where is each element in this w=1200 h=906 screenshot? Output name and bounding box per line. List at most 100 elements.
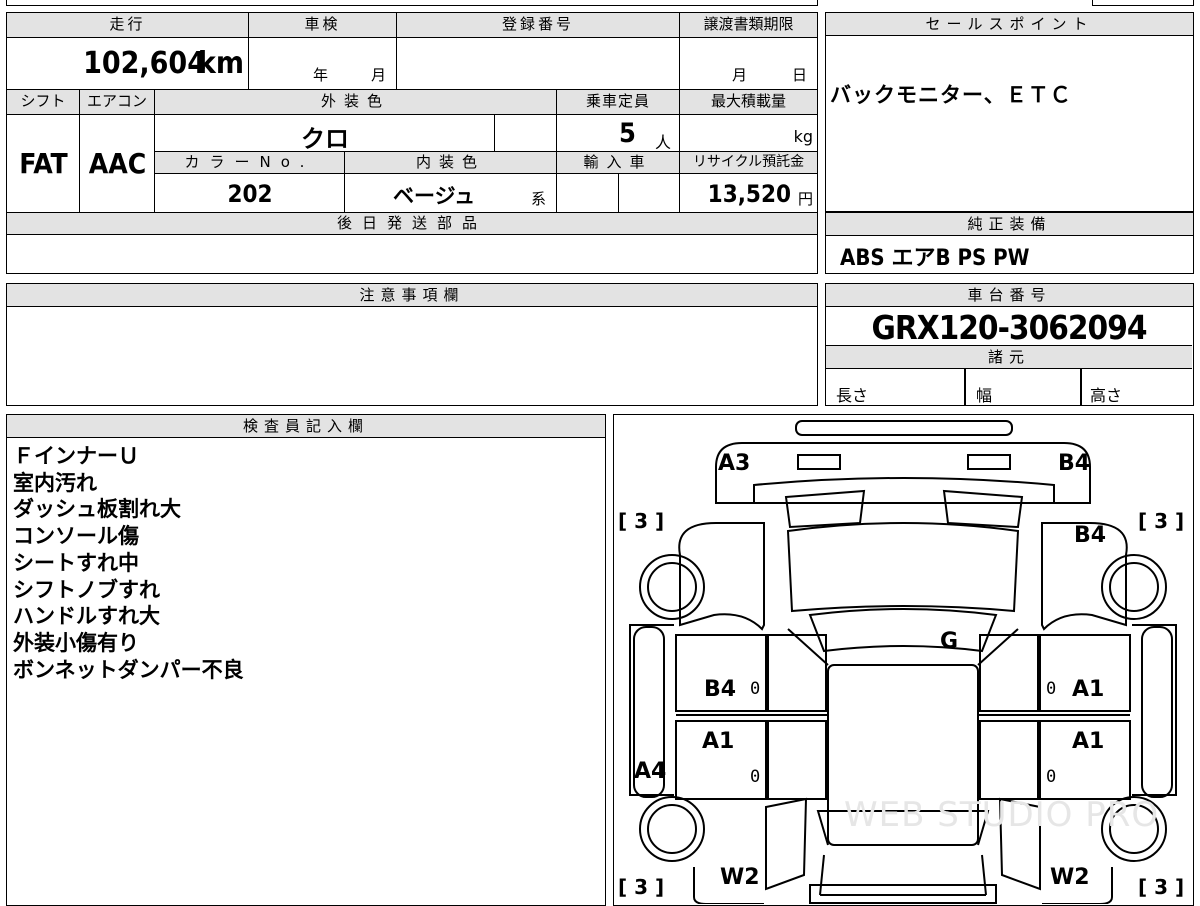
wheel-rl-inner <box>647 804 697 854</box>
front-light-left <box>797 454 841 470</box>
headlight-left <box>784 489 866 529</box>
tire-fr-value: 3 <box>1154 509 1169 533</box>
transfer-day: 日 <box>792 66 808 84</box>
chassis-box: 車台番号 GRX120-3062094 諸元 長さ 幅 高さ <box>825 283 1194 406</box>
spec-table: 走行 車検 登録番号 譲渡書類期限 102,604 km 年 月 月 日 シフト… <box>6 12 818 274</box>
mileage-value: 102,604 <box>83 46 206 81</box>
interior-value: ベージュ <box>393 184 476 208</box>
shift-label: シフト <box>7 90 80 115</box>
recycle-unit: 円 <box>797 190 813 208</box>
tire-rl: [ 3 ] <box>618 875 665 899</box>
zero-mark: 0 <box>750 767 761 787</box>
transfer-label: 譲渡書類期限 <box>680 13 817 38</box>
shift-value: FAT <box>19 147 68 180</box>
top-cutoff-strip-right <box>1092 0 1194 6</box>
specs-label: 諸元 <box>826 345 1192 369</box>
mileage-unit: km <box>197 46 244 81</box>
wheel-fl-inner <box>647 562 697 612</box>
hood <box>786 522 1020 613</box>
mark-right-rear-door: A1 <box>1072 729 1105 754</box>
left-front-window <box>765 634 827 712</box>
transfer-month: 月 <box>732 66 748 84</box>
inspector-lines: ＦインナーＵ 室内汚れ ダッシュ板割れ大 コンソール傷 シートすれ中 シフトノブ… <box>13 443 244 683</box>
sales-point-label: セールスポイント <box>826 13 1193 36</box>
spec-divider-1 <box>964 369 966 405</box>
mark-right-front-door: A1 <box>1072 677 1105 702</box>
inspector-line: 室内汚れ <box>13 470 97 495</box>
exterior-label: 外装色 <box>155 90 557 115</box>
watermark: WEB STUDIO PRO <box>844 795 1160 835</box>
mark-left-sill: A4 <box>634 759 667 784</box>
inspection-year: 年 <box>313 66 329 84</box>
genuine-equipment-label: 純正装備 <box>826 212 1193 236</box>
inspector-line: コンソール傷 <box>13 524 139 549</box>
interior-label: 内装色 <box>345 152 557 174</box>
spec-height: 高さ <box>1090 386 1123 405</box>
zero-mark: 0 <box>750 679 761 699</box>
genuine-equipment-box: 純正装備 ABS エアB PS PW <box>825 212 1194 274</box>
sales-point-box: セールスポイント バックモニター、ＥＴＣ <box>825 12 1194 212</box>
right-body <box>1132 624 1177 796</box>
color-no-label: カラーNo. <box>155 152 345 174</box>
spec-length: 長さ <box>836 386 869 405</box>
right-front-window <box>979 634 1041 712</box>
spec-width: 幅 <box>976 386 993 405</box>
inspector-line: シフトノブすれ <box>13 577 160 602</box>
mark-left-rear-door: A1 <box>702 729 735 754</box>
wheel-fl <box>639 554 705 620</box>
ac-label: エアコン <box>80 90 155 115</box>
sales-point-text: バックモニター、ＥＴＣ <box>830 83 1072 107</box>
tire-fl: [ 3 ] <box>618 509 665 533</box>
front-bumper <box>795 420 1013 436</box>
load-label: 最大積載量 <box>680 90 817 115</box>
zero-mark: 0 <box>1046 767 1057 787</box>
rear-panel-left <box>765 797 808 891</box>
import-cell-b <box>619 174 680 213</box>
genuine-equipment-text: ABS エアB PS PW <box>840 246 1030 271</box>
recycle-label: リサイクル預託金 <box>680 152 817 174</box>
wheel-fr-inner <box>1109 562 1159 612</box>
mileage-label: 走行 <box>7 13 249 38</box>
load-unit: kg <box>793 127 813 146</box>
recycle-cell: 13,520 円 <box>680 174 817 213</box>
mark-hood: G <box>940 629 959 654</box>
front-panel <box>715 442 1091 504</box>
transfer-cell: 月 日 <box>680 38 817 90</box>
tire-rr: [ 3 ] <box>1138 875 1185 899</box>
inspector-label: 検査員記入欄 <box>7 415 605 438</box>
inspector-line: ＦインナーＵ <box>13 444 139 468</box>
tire-fr: [ 3 ] <box>1138 509 1185 533</box>
mark-front-right: B4 <box>1058 451 1091 476</box>
inspection-label: 車検 <box>249 13 397 38</box>
registration-label: 登録番号 <box>397 13 680 38</box>
windshield <box>808 608 998 653</box>
inspector-line: ダッシュ板割れ大 <box>13 497 181 522</box>
load-cell: kg <box>680 115 817 152</box>
inspector-box: 検査員記入欄 ＦインナーＵ 室内汚れ ダッシュ板割れ大 コンソール傷 シートすれ… <box>6 414 606 906</box>
notes-label: 注意事項欄 <box>7 284 817 307</box>
front-light-right <box>967 454 1011 470</box>
top-cutoff-strip <box>6 0 818 6</box>
import-cell-a <box>557 174 619 213</box>
wheel-fr <box>1101 554 1167 620</box>
recycle-value: 13,520 <box>707 180 791 208</box>
trunk <box>819 854 987 896</box>
interior-cell: ベージュ 系 <box>345 174 557 213</box>
right-rear-window <box>979 720 1041 800</box>
capacity-label: 乗車定員 <box>557 90 680 115</box>
capacity-value: 5 <box>619 118 636 149</box>
capacity-cell: 5 人 <box>557 115 680 152</box>
ac-cell: AAC <box>80 115 155 213</box>
mileage-cell: 102,604 km <box>7 38 249 90</box>
inspection-cell: 年 月 <box>249 38 397 90</box>
interior-suffix: 系 <box>531 190 547 208</box>
tire-fl-value: 3 <box>634 509 649 533</box>
inspector-line: シートすれ中 <box>13 550 139 575</box>
mark-rear-right: W2 <box>1050 865 1090 890</box>
inspection-month: 月 <box>371 66 387 84</box>
tire-rl-value: 3 <box>634 875 649 899</box>
zero-mark: 0 <box>1046 679 1057 699</box>
capacity-unit: 人 <box>655 133 672 152</box>
car-diagram-box: A3 B4 B4 G B4 A1 A1 A1 A4 W2 W2 0 0 0 0 … <box>613 414 1194 906</box>
wheel-rl <box>639 796 705 862</box>
